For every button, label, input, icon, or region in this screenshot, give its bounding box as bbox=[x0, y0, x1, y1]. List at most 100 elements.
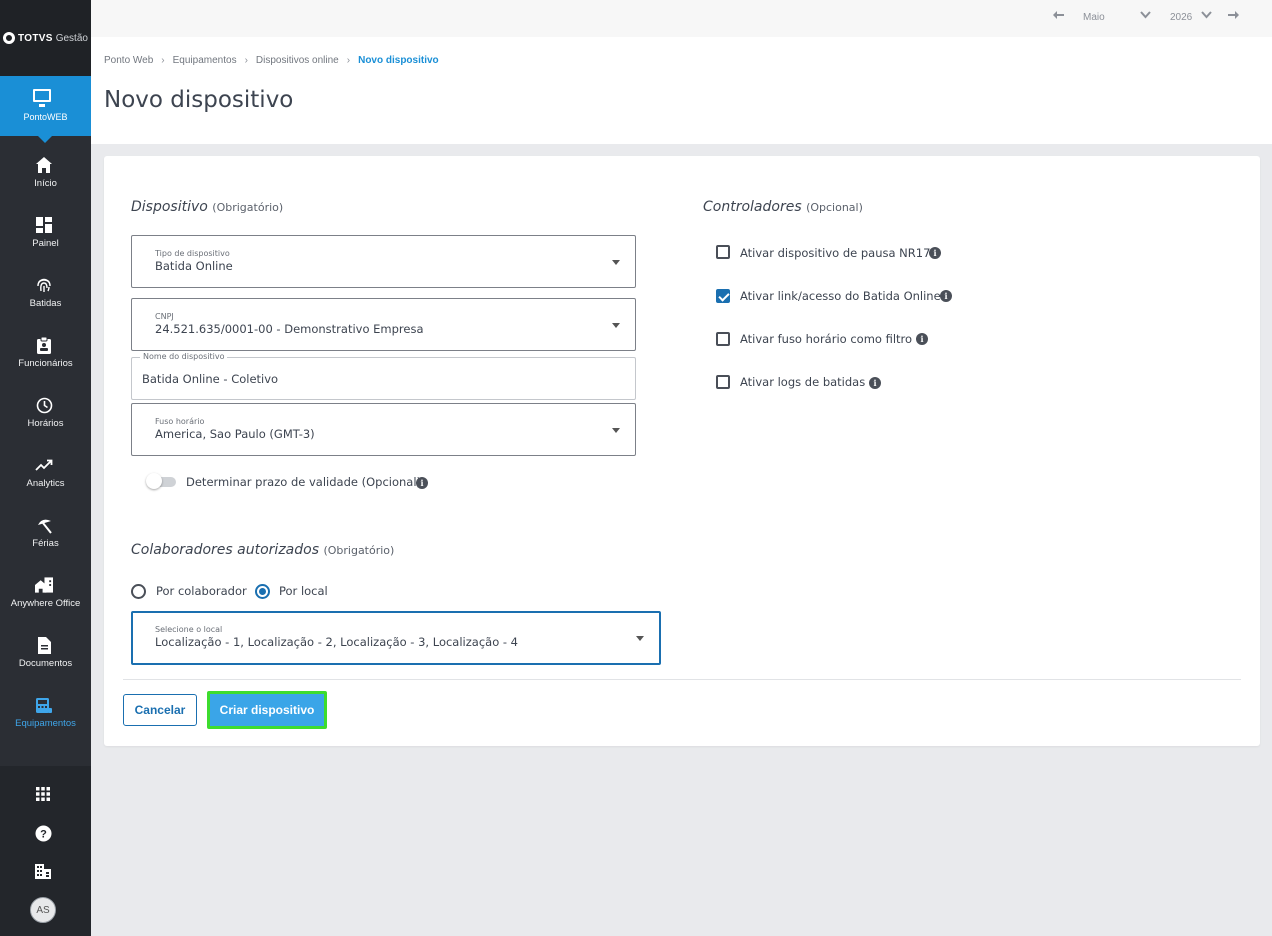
tipo-dispositivo-select[interactable]: Tipo de dispositivo Batida Online bbox=[131, 235, 636, 288]
dropdown-caret-icon bbox=[636, 636, 644, 641]
brand-suffix: Gestão bbox=[55, 32, 88, 44]
sidebar-item-label: Horários bbox=[27, 418, 64, 429]
checkbox-fuso-filtro[interactable] bbox=[716, 332, 730, 346]
apps-grid-icon[interactable] bbox=[34, 785, 52, 803]
totvs-logo[interactable]: TOTVS Gestão bbox=[0, 0, 91, 76]
breadcrumb-ponto-web[interactable]: Ponto Web bbox=[104, 55, 153, 66]
toggle-knob bbox=[146, 473, 162, 489]
sidebar-item-painel[interactable]: Painel bbox=[0, 210, 91, 270]
radio-por-colaborador-label[interactable]: Por colaborador bbox=[156, 584, 247, 598]
fuso-filtro-info-icon[interactable]: i bbox=[916, 333, 928, 345]
sidebar-item-label: Painel bbox=[32, 238, 59, 249]
field-label: Fuso horário bbox=[155, 417, 205, 426]
cancel-button[interactable]: Cancelar bbox=[123, 694, 197, 726]
help-icon[interactable]: ? bbox=[34, 824, 52, 842]
sidebar-item-label: Analytics bbox=[26, 478, 65, 489]
breadcrumb-separator: › bbox=[244, 55, 248, 66]
radio-por-colaborador[interactable] bbox=[131, 584, 146, 599]
section-title-text: Colaboradores autorizados bbox=[131, 542, 319, 558]
dropdown-caret-icon bbox=[612, 323, 620, 328]
section-title-text: Controladores bbox=[703, 199, 802, 215]
trending-icon bbox=[35, 456, 53, 474]
svg-text:?: ? bbox=[40, 828, 47, 840]
fuso-horario-select[interactable]: Fuso horário America, Sao Paulo (GMT-3) bbox=[131, 403, 636, 456]
cnpj-select[interactable]: CNPJ 24.521.635/0001-00 - Demonstrativo … bbox=[131, 298, 636, 351]
logs-batidas-info-icon[interactable]: i bbox=[869, 377, 881, 389]
home-icon bbox=[35, 156, 53, 174]
breadcrumb-current: Novo dispositivo bbox=[358, 55, 439, 66]
page-title: Novo dispositivo bbox=[104, 87, 294, 113]
radio-por-local-label[interactable]: Por local bbox=[279, 584, 328, 598]
section-qualifier: (Obrigatório) bbox=[323, 544, 395, 557]
field-label: CNPJ bbox=[155, 312, 174, 321]
company-building-icon[interactable] bbox=[34, 862, 52, 880]
active-pointer bbox=[38, 136, 52, 143]
field-label: Tipo de dispositivo bbox=[155, 249, 230, 258]
field-value: Localização - 1, Localização - 2, Locali… bbox=[155, 635, 519, 649]
year-chevron-down-icon[interactable] bbox=[1201, 11, 1212, 22]
sidebar-item-documentos[interactable]: Documentos bbox=[0, 630, 91, 690]
avatar[interactable]: AS bbox=[30, 897, 56, 923]
sidebar-item-funcionarios[interactable]: Funcionários bbox=[0, 330, 91, 390]
local-select[interactable]: Selecione o local Localização - 1, Local… bbox=[131, 611, 661, 665]
link-batida-online-info-icon[interactable]: i bbox=[940, 290, 952, 302]
breadcrumb-equipamentos[interactable]: Equipamentos bbox=[173, 55, 237, 66]
sidebar-item-ferias[interactable]: Férias bbox=[0, 510, 91, 570]
logo-mark-icon bbox=[3, 32, 16, 44]
product-pontoweb[interactable]: PontoWEB bbox=[0, 76, 91, 143]
product-label: PontoWEB bbox=[23, 112, 68, 122]
pausa-nr17-info-icon[interactable]: i bbox=[929, 247, 941, 259]
month-chevron-down-icon[interactable] bbox=[1140, 11, 1151, 22]
field-value: America, Sao Paulo (GMT-3) bbox=[155, 427, 315, 441]
field-label: Nome do dispositivo bbox=[140, 352, 228, 361]
validade-info-icon[interactable]: i bbox=[416, 477, 428, 489]
sidebar-item-label: Funcionários bbox=[18, 358, 73, 369]
field-value: Batida Online - Coletivo bbox=[142, 372, 279, 386]
page-header: Ponto Web › Equipamentos › Dispositivos … bbox=[91, 37, 1272, 144]
section-colaboradores-title: Colaboradores autorizados (Obrigatório) bbox=[131, 542, 394, 558]
beach-icon bbox=[35, 516, 53, 534]
document-icon bbox=[35, 636, 53, 654]
sidebar-item-label: Férias bbox=[32, 538, 59, 549]
create-device-button[interactable]: Criar dispositivo bbox=[207, 691, 327, 729]
breadcrumb-dispositivos-online[interactable]: Dispositivos online bbox=[256, 55, 339, 66]
monitor-icon bbox=[33, 89, 51, 107]
checkbox-fuso-filtro-label[interactable]: Ativar fuso horário como filtro bbox=[740, 332, 912, 346]
checkbox-link-batida-online[interactable] bbox=[716, 289, 730, 303]
sidebar-item-label: Batidas bbox=[29, 298, 62, 309]
sidebar-item-inicio[interactable]: Início bbox=[0, 150, 91, 210]
sidebar-item-label: Anywhere Office bbox=[10, 598, 81, 609]
section-controladores-title: Controladores (Opcional) bbox=[703, 199, 863, 215]
device-icon bbox=[35, 696, 53, 714]
dashboard-icon bbox=[35, 216, 53, 234]
sidebar-item-analytics[interactable]: Analytics bbox=[0, 450, 91, 510]
checkbox-pausa-nr17-label[interactable]: Ativar dispositivo de pausa NR17 bbox=[740, 246, 930, 260]
sidebar-item-horarios[interactable]: Horários bbox=[0, 390, 91, 450]
section-qualifier: (Obrigatório) bbox=[212, 201, 284, 214]
year-select[interactable]: 2026 bbox=[1170, 12, 1192, 23]
clock-icon bbox=[35, 396, 53, 414]
checkbox-pausa-nr17[interactable] bbox=[716, 245, 730, 259]
previous-month-arrow-icon[interactable] bbox=[1053, 10, 1064, 23]
month-select[interactable]: Maio bbox=[1083, 12, 1105, 23]
field-value: 24.521.635/0001-00 - Demonstrativo Empre… bbox=[155, 322, 424, 336]
sidebar: TOTVS Gestão PontoWEB Início Painel Bati… bbox=[0, 0, 91, 936]
radio-por-local[interactable] bbox=[255, 584, 270, 599]
form-divider bbox=[123, 679, 1241, 680]
sidebar-item-equipamentos[interactable]: Equipamentos bbox=[0, 690, 91, 750]
brand-name: TOTVS bbox=[18, 32, 53, 44]
sidebar-item-anywhere-office[interactable]: Anywhere Office bbox=[0, 570, 91, 630]
breadcrumb-separator: › bbox=[346, 55, 351, 66]
section-qualifier: (Opcional) bbox=[806, 201, 863, 214]
checkbox-link-batida-online-label[interactable]: Ativar link/acesso do Batida Online bbox=[740, 289, 941, 303]
validade-toggle[interactable] bbox=[146, 473, 176, 489]
checkbox-logs-batidas-label[interactable]: Ativar logs de batidas bbox=[740, 375, 865, 389]
checkbox-logs-batidas[interactable] bbox=[716, 375, 730, 389]
sidebar-item-label: Equipamentos bbox=[15, 718, 76, 729]
sidebar-item-batidas[interactable]: Batidas bbox=[0, 270, 91, 330]
field-value: Batida Online bbox=[155, 259, 233, 273]
next-month-arrow-icon[interactable] bbox=[1228, 10, 1239, 23]
validade-label: Determinar prazo de validade (Opcional) bbox=[186, 475, 422, 489]
nome-dispositivo-input[interactable]: Nome do dispositivo Batida Online - Cole… bbox=[131, 352, 636, 400]
badge-icon bbox=[35, 336, 53, 354]
